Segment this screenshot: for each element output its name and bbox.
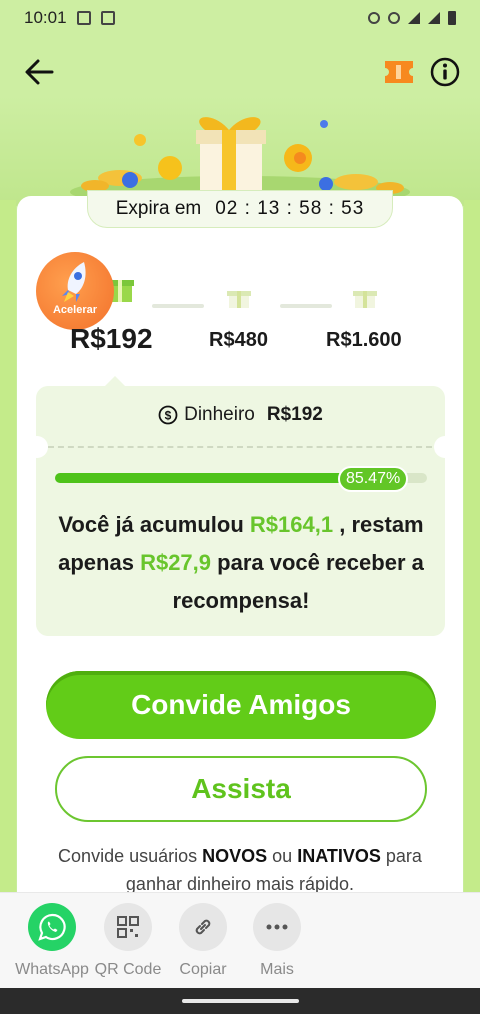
rocket-icon [62, 262, 86, 302]
invite-friends-button[interactable]: Convide Amigos [46, 671, 436, 739]
share-more[interactable]: Mais [237, 903, 317, 979]
home-gesture-handle[interactable] [182, 999, 299, 1003]
dashed-divider [48, 446, 432, 448]
message-part3: para você receber a recompensa! [172, 550, 424, 613]
wifi-icon [408, 12, 420, 24]
more-dots-icon [253, 903, 301, 951]
accelerate-label: Acelerar [52, 304, 98, 316]
tier-amount-current: R$192 [70, 323, 153, 354]
expiry-label: Expira em [115, 198, 202, 219]
ticket-button[interactable] [383, 58, 415, 86]
share-bar: WhatsApp QR Code Copiar Mais [0, 892, 480, 988]
remaining-amount: R$27,9 [140, 550, 212, 575]
hint-inactive: INATIVOS [297, 846, 381, 866]
notification-plus-icon [100, 11, 115, 25]
message-part1: Você já acumulou [58, 512, 244, 537]
system-nav-bar [0, 988, 480, 1014]
ticket-notch-right [434, 436, 456, 458]
info-button[interactable] [429, 56, 461, 88]
info-icon [430, 57, 460, 87]
gift-step-2-icon [227, 291, 251, 308]
alarm-icon [368, 12, 380, 24]
hint-part1: Convide usuários [58, 846, 198, 866]
progress-line-1 [152, 304, 204, 308]
tier-amount-3: R$1.600 [326, 329, 402, 351]
hint-new: NOVOS [202, 846, 268, 866]
progress-message: Você já acumulou R$164,1 , restam apenas… [40, 506, 442, 620]
side-stripe-left [0, 200, 16, 900]
share-qr-code[interactable]: QR Code [88, 903, 168, 979]
battery-icon [448, 11, 456, 25]
arrow-left-icon [25, 59, 54, 85]
cash-row: $ Dinheiro R$192 [36, 392, 445, 438]
share-whatsapp[interactable]: WhatsApp [12, 903, 92, 979]
progress-percent-badge: 85.47% [337, 466, 409, 492]
share-whatsapp-label: WhatsApp [15, 961, 89, 978]
vibrate-icon [388, 12, 400, 24]
accelerate-button[interactable]: Acelerar [36, 252, 114, 330]
hint-or: ou [272, 846, 293, 866]
link-icon [179, 903, 227, 951]
cash-amount: R$192 [266, 404, 323, 425]
invite-hint: Convide usuários NOVOS ou INATIVOS para … [30, 842, 450, 898]
tier-amount-2: R$480 [209, 329, 268, 351]
back-button[interactable] [22, 54, 58, 90]
ticket-notch-left [26, 436, 48, 458]
ticket-icon [385, 61, 413, 83]
gift-step-3-icon [353, 291, 377, 308]
expiry-timer: Expira em 02 : 13 : 58 : 53 [87, 190, 393, 228]
progress-line-2 [280, 304, 332, 308]
svg-text:$: $ [165, 409, 172, 423]
countdown-timer: 02 : 13 : 58 : 53 [215, 198, 365, 219]
status-bar: 10:01 [0, 0, 480, 36]
qr-code-icon [104, 903, 152, 951]
dollar-coin-icon: $ [158, 405, 178, 425]
share-more-label: Mais [260, 961, 294, 978]
accumulated-amount: R$164,1 [249, 512, 334, 537]
progress-fill [55, 473, 373, 483]
status-time: 10:01 [24, 8, 67, 27]
share-copy-link[interactable]: Copiar [163, 903, 243, 979]
watch-button[interactable]: Assista [55, 756, 427, 822]
whatsapp-icon [28, 903, 76, 951]
signal-icon [428, 12, 440, 24]
side-stripe-right [464, 200, 480, 900]
share-qr-label: QR Code [94, 961, 162, 978]
share-copy-label: Copiar [179, 961, 227, 978]
cash-label: Dinheiro [184, 404, 255, 425]
notification-icon [76, 11, 91, 25]
